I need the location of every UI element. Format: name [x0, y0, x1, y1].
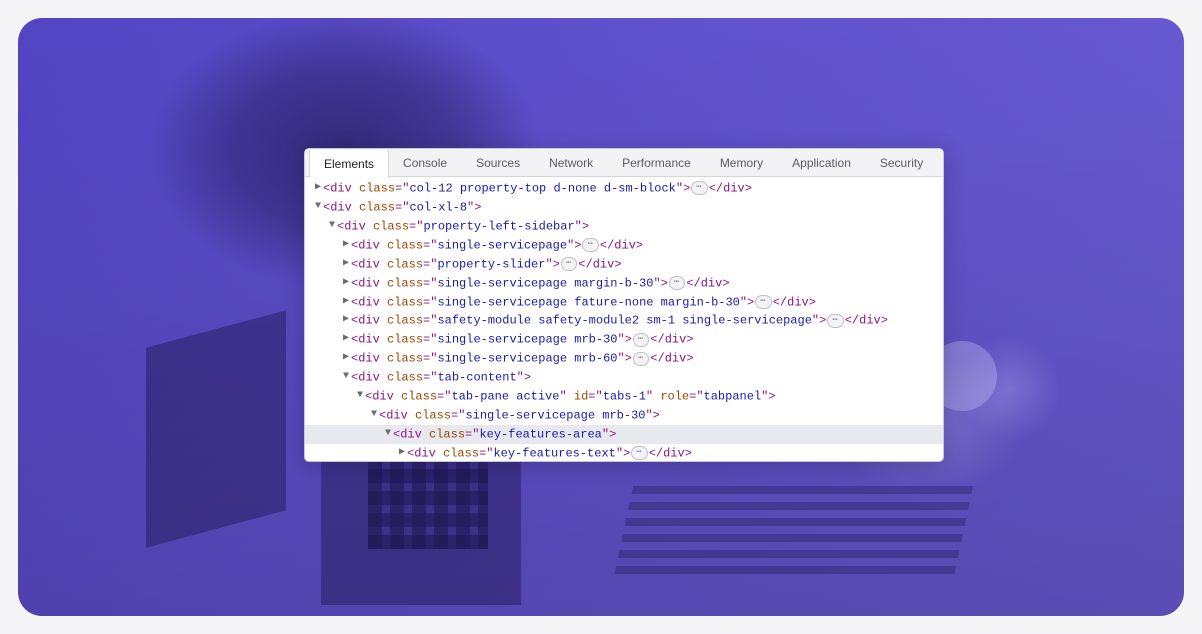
dom-node-row[interactable]: <div class="single-servicepage mrb-30"> [305, 406, 943, 425]
dom-node-open-tag: <div class="single-servicepage margin-b-… [351, 276, 668, 290]
dom-node-row[interactable]: <div class="single-servicepage mrb-30">⋯… [305, 330, 943, 349]
dom-node-close-tag: </div> [578, 257, 621, 271]
dom-node-open-tag: <div class="tab-content"> [351, 371, 531, 385]
ellipsis-icon[interactable]: ⋯ [561, 257, 577, 271]
ellipsis-icon[interactable]: ⋯ [669, 276, 685, 290]
dom-node-close-tag: </div> [686, 276, 729, 290]
tab-memory[interactable]: Memory [706, 149, 778, 176]
disclosure-expanded-icon[interactable] [369, 406, 379, 425]
tab-security[interactable]: Security [866, 149, 938, 176]
tab-elements[interactable]: Elements [309, 150, 389, 178]
dom-node-row[interactable]: <div class="single-servicepage margin-b-… [305, 274, 943, 293]
dom-node-row[interactable]: <div class="tab-pane active" id="tabs-1"… [305, 387, 943, 406]
dom-node-row[interactable]: <div class="property-left-sidebar"> [305, 217, 943, 236]
disclosure-collapsed-icon[interactable] [313, 179, 323, 198]
dom-node-row[interactable]: <div class="single-servicepage">⋯</div> [305, 236, 943, 255]
dom-node-close-tag: </div> [600, 238, 643, 252]
disclosure-collapsed-icon[interactable] [341, 274, 351, 293]
ellipsis-icon[interactable]: ⋯ [631, 446, 647, 460]
disclosure-collapsed-icon[interactable] [341, 330, 351, 349]
tab-performance[interactable]: Performance [608, 149, 706, 176]
disclosure-expanded-icon[interactable] [327, 217, 337, 236]
tab-console[interactable]: Console [389, 149, 462, 176]
disclosure-expanded-icon[interactable] [355, 387, 365, 406]
dom-node-open-tag: <div class="single-servicepage mrb-30"> [351, 333, 632, 347]
tab-application[interactable]: Application [778, 149, 866, 176]
dom-node-row[interactable]: <div class="single-servicepage mrb-60">⋯… [305, 349, 943, 368]
dom-node-row[interactable]: <div class="single-servicepage fature-no… [305, 293, 943, 312]
dom-node-open-tag: <div class="col-xl-8"> [323, 200, 481, 214]
bg-shape [368, 449, 488, 549]
page-backdrop: ElementsConsoleSourcesNetworkPerformance… [18, 18, 1184, 616]
disclosure-collapsed-icon[interactable] [341, 236, 351, 255]
dom-node-open-tag: <div class="key-features-area"> [393, 427, 616, 441]
dom-node-row[interactable]: <div class="property-slider">⋯</div> [305, 255, 943, 274]
ellipsis-icon[interactable]: ⋯ [827, 314, 843, 328]
dom-node-open-tag: <div class="single-servicepage mrb-30"> [379, 408, 660, 422]
dom-node-row[interactable]: <div class="key-features-area"> [305, 425, 943, 444]
dom-node-open-tag: <div class="safety-module safety-module2… [351, 314, 826, 328]
disclosure-expanded-icon[interactable] [341, 368, 351, 387]
ellipsis-icon[interactable]: ⋯ [633, 352, 649, 366]
dom-node-row[interactable]: <div class="col-12 property-top d-none d… [305, 179, 943, 198]
dom-node-row[interactable]: <div class="safety-module safety-module2… [305, 311, 943, 330]
dom-node-close-tag: </div> [650, 352, 693, 366]
ellipsis-icon[interactable]: ⋯ [633, 333, 649, 347]
ellipsis-icon[interactable]: ⋯ [755, 295, 771, 309]
bg-shape [615, 484, 974, 574]
dom-node-open-tag: <div class="tab-pane active" id="tabs-1"… [365, 390, 776, 404]
bg-shape [146, 310, 286, 548]
dom-node-row[interactable]: <div class="tab-content"> [305, 368, 943, 387]
dom-node-open-tag: <div class="key-features-text"> [407, 446, 630, 460]
disclosure-collapsed-icon[interactable] [341, 311, 351, 330]
dom-node-close-tag: </div> [845, 314, 888, 328]
dom-node-open-tag: <div class="single-servicepage mrb-60"> [351, 352, 632, 366]
dom-node-close-tag: </div> [773, 295, 816, 309]
dom-node-open-tag: <div class="single-servicepage fature-no… [351, 295, 754, 309]
devtools-panel: ElementsConsoleSourcesNetworkPerformance… [304, 148, 944, 462]
dom-node-close-tag: </div> [649, 446, 692, 460]
tab-network[interactable]: Network [535, 149, 608, 176]
disclosure-expanded-icon[interactable] [313, 198, 323, 217]
ellipsis-icon[interactable]: ⋯ [691, 181, 707, 195]
disclosure-expanded-icon[interactable] [383, 425, 393, 444]
dom-node-row[interactable]: <div class="key-features-text">⋯</div> [305, 444, 943, 461]
disclosure-collapsed-icon[interactable] [341, 255, 351, 274]
dom-node-open-tag: <div class="property-left-sidebar"> [337, 219, 589, 233]
ellipsis-icon[interactable]: ⋯ [582, 238, 598, 252]
elements-dom-tree[interactable]: <div class="col-12 property-top d-none d… [305, 177, 943, 461]
dom-node-row[interactable]: <div class="col-xl-8"> [305, 198, 943, 217]
disclosure-collapsed-icon[interactable] [341, 349, 351, 368]
disclosure-collapsed-icon[interactable] [341, 293, 351, 312]
dom-node-open-tag: <div class="single-servicepage"> [351, 238, 581, 252]
devtools-tabbar: ElementsConsoleSourcesNetworkPerformance… [305, 149, 943, 177]
dom-node-close-tag: </div> [709, 181, 752, 195]
dom-node-close-tag: </div> [650, 333, 693, 347]
dom-node-open-tag: <div class="property-slider"> [351, 257, 560, 271]
disclosure-collapsed-icon[interactable] [397, 444, 407, 461]
tab-sources[interactable]: Sources [462, 149, 535, 176]
dom-node-open-tag: <div class="col-12 property-top d-none d… [323, 181, 690, 195]
